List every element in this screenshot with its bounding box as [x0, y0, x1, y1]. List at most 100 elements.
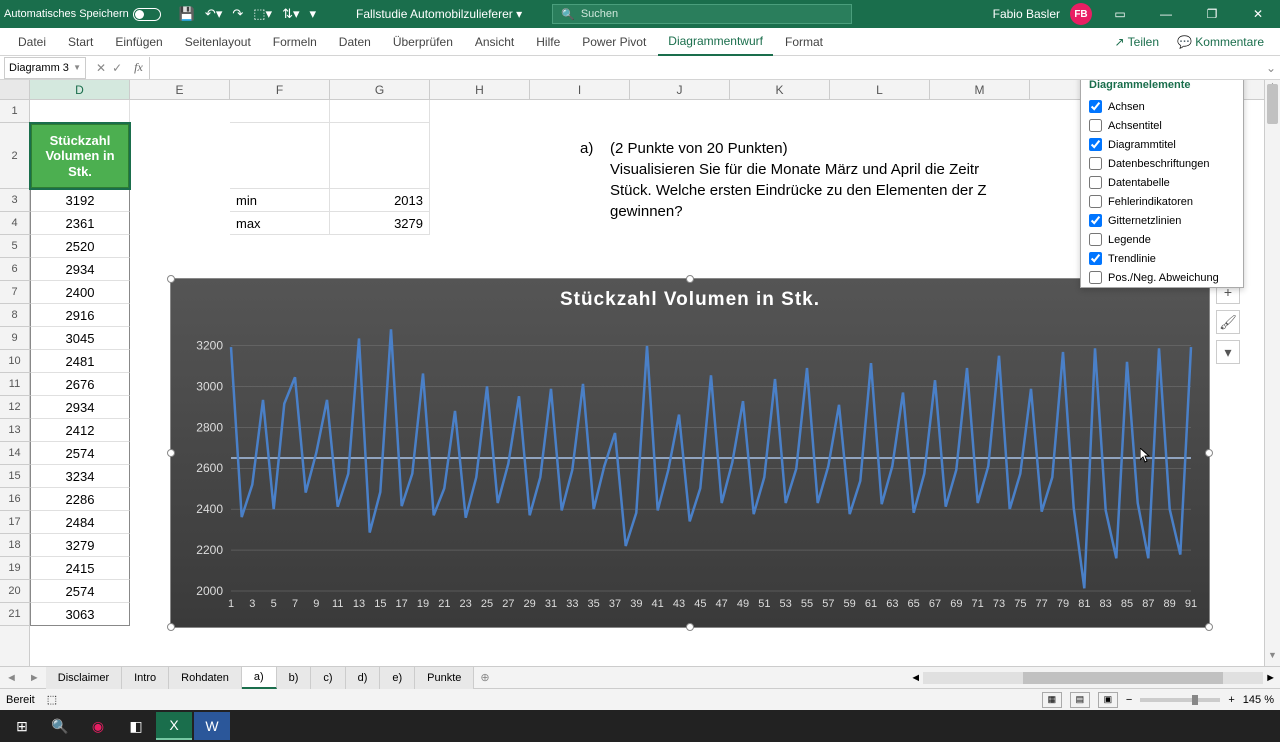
cell[interactable]: 2400	[30, 281, 130, 304]
chart-styles-button[interactable]: 🖌	[1216, 310, 1240, 334]
column-header[interactable]: M	[930, 80, 1030, 99]
cell[interactable]: 3279	[330, 212, 430, 235]
cell[interactable]: 2415	[30, 557, 130, 580]
chart-title[interactable]: Stückzahl Volumen in Stk.	[171, 279, 1209, 315]
row-header[interactable]: 14	[0, 442, 29, 465]
checkbox[interactable]	[1089, 119, 1102, 132]
row-header[interactable]: 2	[0, 123, 29, 189]
ribbon-tab-überprüfen[interactable]: Überprüfen	[383, 28, 463, 56]
share-button[interactable]: ↗ Teilen	[1106, 35, 1167, 49]
cell[interactable]: 2481	[30, 350, 130, 373]
sheet-tab[interactable]: d)	[346, 667, 381, 689]
row-header[interactable]: 10	[0, 350, 29, 373]
chart-filter-button[interactable]: ▾	[1216, 340, 1240, 364]
cancel-formula-icon[interactable]: ✕	[96, 61, 106, 75]
row-header[interactable]: 3	[0, 189, 29, 212]
ribbon-mode-icon[interactable]: ▭	[1102, 0, 1138, 28]
fx-icon[interactable]: fx	[128, 60, 149, 75]
view-layout-icon[interactable]: ▤	[1070, 692, 1090, 708]
row-header[interactable]: 11	[0, 373, 29, 396]
resize-handle[interactable]	[686, 623, 694, 631]
cell[interactable]: 3045	[30, 327, 130, 350]
select-all-corner[interactable]	[0, 80, 30, 99]
row-header[interactable]: 13	[0, 419, 29, 442]
row-header[interactable]: 16	[0, 488, 29, 511]
column-header[interactable]: D	[30, 80, 130, 99]
chart-element-option[interactable]: Trendlinie	[1081, 249, 1243, 268]
sheet-tab[interactable]: c)	[311, 667, 345, 689]
resize-handle[interactable]	[167, 275, 175, 283]
row-header[interactable]: 18	[0, 534, 29, 557]
resize-handle[interactable]	[167, 449, 175, 457]
word-taskbar-icon[interactable]: W	[194, 712, 230, 740]
ribbon-tab-ansicht[interactable]: Ansicht	[465, 28, 524, 56]
zoom-out-icon[interactable]: −	[1126, 694, 1132, 706]
resize-handle[interactable]	[167, 623, 175, 631]
column-header[interactable]: F	[230, 80, 330, 99]
chart-element-option[interactable]: Legende	[1081, 230, 1243, 249]
row-header[interactable]: 20	[0, 580, 29, 603]
macro-record-icon[interactable]: ⬚	[47, 693, 57, 706]
cell[interactable]: 2934	[30, 258, 130, 281]
row-header[interactable]: 19	[0, 557, 29, 580]
zoom-in-icon[interactable]: +	[1228, 694, 1234, 706]
search-taskbar-icon[interactable]: 🔍	[42, 712, 78, 740]
sheet-tab[interactable]: a)	[242, 667, 277, 689]
horizontal-scrollbar[interactable]: ◄►	[906, 672, 1280, 684]
chart-plot[interactable]: 2000220024002600280030003200135791113151…	[171, 315, 1211, 621]
ribbon-tab-formeln[interactable]: Formeln	[263, 28, 327, 56]
checkbox[interactable]	[1089, 271, 1102, 284]
row-header[interactable]: 1	[0, 100, 29, 123]
cell[interactable]	[330, 100, 430, 123]
avatar[interactable]: FB	[1070, 3, 1092, 25]
checkbox[interactable]	[1089, 252, 1102, 265]
qat-dropdown-icon[interactable]: ▾	[309, 6, 316, 22]
cell[interactable]: 2361	[30, 212, 130, 235]
maximize-icon[interactable]: ❐	[1194, 0, 1230, 28]
name-box[interactable]: Diagramm 3▼	[4, 57, 86, 79]
row-header[interactable]: 5	[0, 235, 29, 258]
cell[interactable]: 2520	[30, 235, 130, 258]
checkbox[interactable]	[1089, 138, 1102, 151]
start-button[interactable]: ⊞	[4, 712, 40, 740]
checkbox[interactable]	[1089, 195, 1102, 208]
cell[interactable]: 2934	[30, 396, 130, 419]
column-header[interactable]: H	[430, 80, 530, 99]
cell[interactable]	[30, 100, 130, 123]
cells[interactable]: StückzahlVolumen inStk.31922361252029342…	[30, 100, 1264, 666]
cell[interactable]: 2916	[30, 304, 130, 327]
cell[interactable]: 2574	[30, 580, 130, 603]
ribbon-tab-einfügen[interactable]: Einfügen	[105, 28, 172, 56]
resize-handle[interactable]	[1205, 623, 1213, 631]
ribbon-tab-format[interactable]: Format	[775, 28, 833, 56]
checkbox[interactable]	[1089, 214, 1102, 227]
column-header[interactable]: I	[530, 80, 630, 99]
cell-header[interactable]: StückzahlVolumen inStk.	[30, 123, 130, 189]
scroll-down-icon[interactable]: ▼	[1265, 650, 1280, 666]
sheet-tab[interactable]: e)	[380, 667, 415, 689]
sort-icon[interactable]: ⇅▾	[282, 6, 299, 22]
resize-handle[interactable]	[1205, 449, 1213, 457]
checkbox[interactable]	[1089, 176, 1102, 189]
task-view-icon[interactable]: ◧	[118, 712, 154, 740]
checkbox[interactable]	[1089, 233, 1102, 246]
ribbon-tab-datei[interactable]: Datei	[8, 28, 56, 56]
document-name[interactable]: Fallstudie Automobilzulieferer ▾	[356, 7, 522, 21]
checkbox[interactable]	[1089, 100, 1102, 113]
cell[interactable]: 2412	[30, 419, 130, 442]
cell[interactable]: 3234	[30, 465, 130, 488]
cell[interactable]: 2676	[30, 373, 130, 396]
sheet-tab[interactable]: b)	[277, 667, 312, 689]
comments-button[interactable]: 💬 Kommentare	[1169, 35, 1272, 49]
chart-object[interactable]: Stückzahl Volumen in Stk. 20002200240026…	[170, 278, 1210, 628]
cell[interactable]: 2013	[330, 189, 430, 212]
cell[interactable]	[230, 123, 330, 189]
cell[interactable]: 3279	[30, 534, 130, 557]
ribbon-tab-hilfe[interactable]: Hilfe	[526, 28, 570, 56]
chart-element-option[interactable]: Fehlerindikatoren	[1081, 192, 1243, 211]
chart-element-option[interactable]: Diagrammtitel	[1081, 135, 1243, 154]
save-icon[interactable]: 💾	[179, 6, 195, 22]
cell[interactable]: 3063	[30, 603, 130, 626]
cell[interactable]: min	[230, 189, 330, 212]
cell[interactable]: 2286	[30, 488, 130, 511]
